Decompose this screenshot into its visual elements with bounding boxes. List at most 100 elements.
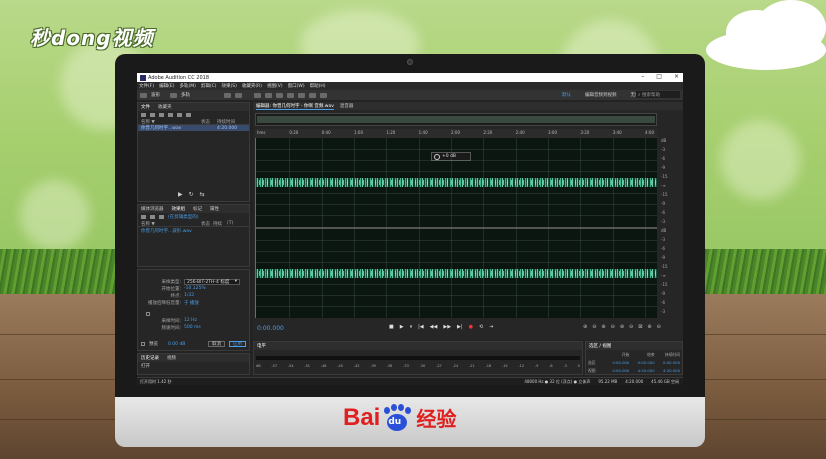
menu-window[interactable]: 窗口(W) bbox=[288, 83, 305, 89]
tab-video[interactable]: 视频 bbox=[167, 355, 176, 361]
tab-properties[interactable]: 属性 bbox=[210, 206, 219, 212]
rewind-button[interactable]: ◀◀ bbox=[430, 324, 438, 330]
history-item[interactable]: 打开 bbox=[138, 362, 249, 369]
search-files-icon[interactable] bbox=[186, 113, 191, 117]
gain-input[interactable]: 0.00 dB bbox=[168, 342, 185, 347]
menu-effects[interactable]: 效果(S) bbox=[222, 83, 237, 89]
sv-view-end[interactable]: 4:20.000 bbox=[631, 368, 655, 374]
open-file-icon[interactable] bbox=[141, 113, 146, 117]
sample-type-select[interactable]: 256-BIT-2TH-4 标度 ▾ bbox=[184, 278, 240, 285]
new-file-icon[interactable] bbox=[159, 113, 164, 117]
fast-forward-button[interactable]: ▶▶ bbox=[443, 324, 451, 330]
import-file-icon[interactable] bbox=[150, 113, 155, 117]
lasso-tool-icon[interactable] bbox=[298, 92, 305, 98]
rate-value[interactable]: 12 Hz bbox=[184, 318, 197, 323]
dither-value[interactable]: 于 播放 bbox=[184, 300, 199, 306]
tab-mixer[interactable]: 混音器 bbox=[340, 103, 354, 109]
play-button[interactable]: ▶ bbox=[400, 324, 404, 330]
sv-view-start[interactable]: 0:00.000 bbox=[606, 368, 629, 374]
tab-selection-view[interactable]: 选区 / 视图 bbox=[589, 343, 611, 349]
stop-button[interactable]: ■ bbox=[389, 324, 394, 330]
fx-col-t[interactable]: (T) bbox=[227, 221, 233, 226]
col-duration[interactable]: 持续时间 bbox=[217, 119, 235, 125]
time-ruler[interactable]: hms 0:20 0:40 1:00 1:20 1:40 2:00 2:20 2:40 3:00 3… bbox=[255, 129, 657, 138]
tab-favorites[interactable]: 收藏夹 bbox=[158, 104, 172, 110]
record-button[interactable]: ● bbox=[469, 324, 473, 330]
waveform-view-icon[interactable] bbox=[140, 92, 147, 98]
preview-play-icon[interactable]: ▶ bbox=[178, 191, 183, 198]
menu-edit[interactable]: 编辑(E) bbox=[159, 83, 174, 89]
menu-clip[interactable]: 剪辑(C) bbox=[201, 83, 217, 89]
close-button[interactable]: × bbox=[674, 73, 679, 80]
go-to-end-button[interactable]: ▶| bbox=[457, 324, 463, 330]
go-to-start-button[interactable]: |◀ bbox=[418, 324, 424, 330]
cancel-button[interactable]: 取消 bbox=[208, 341, 225, 347]
brush-tool-icon[interactable] bbox=[309, 92, 316, 98]
insert-into-multitrack-icon[interactable] bbox=[168, 113, 173, 117]
tab-history[interactable]: 历史记录 bbox=[141, 355, 159, 361]
minimize-button[interactable]: – bbox=[641, 73, 644, 80]
start-value[interactable]: -10.125% bbox=[184, 286, 206, 291]
zoom-selection-icon[interactable]: ⊕ bbox=[647, 324, 651, 330]
overview-navigator[interactable] bbox=[255, 113, 657, 126]
maximize-button[interactable]: □ bbox=[656, 73, 662, 80]
delete-file-icon[interactable] bbox=[177, 113, 182, 117]
help-search-input[interactable]: ⌕ 搜索帮助 bbox=[636, 91, 680, 98]
multitrack-view-label[interactable]: 多轨 bbox=[181, 92, 190, 98]
menu-help[interactable]: 帮助(H) bbox=[310, 83, 326, 89]
apply-button[interactable]: 应用 bbox=[229, 341, 246, 347]
enable-checkbox[interactable] bbox=[146, 311, 150, 316]
length-value[interactable]: 1/32 bbox=[184, 293, 194, 298]
zoom-out-right-icon[interactable]: ⊖ bbox=[629, 324, 633, 330]
workspace-default[interactable]: 默认 bbox=[562, 92, 571, 98]
fx-col-duration[interactable]: 持续 bbox=[213, 221, 227, 227]
preset-link[interactable]: (在剪辑类型的) bbox=[168, 214, 199, 220]
zoom-in-time-icon[interactable]: ⊕ bbox=[601, 324, 605, 330]
tab-effects-rack[interactable]: 效果组 bbox=[172, 206, 186, 212]
tab-media-browser[interactable]: 媒体浏览器 bbox=[141, 206, 164, 212]
zoom-in-amplitude-icon[interactable]: ⊕ bbox=[583, 324, 587, 330]
fx-list-item[interactable]: 你曾几何时字...波形.wav bbox=[138, 227, 249, 234]
tab-editor[interactable]: 编辑器: 你曾几何时字 - 你啊 音频.wav bbox=[256, 103, 334, 110]
pause-button[interactable]: ⏸ bbox=[410, 324, 413, 330]
gain-knob-icon[interactable] bbox=[434, 153, 440, 160]
workspace-edit-audio-to-video[interactable]: 编辑音频到视频 bbox=[585, 92, 617, 98]
razor-tool-icon[interactable] bbox=[265, 92, 272, 98]
fx-col-name[interactable]: 名称 ▼ bbox=[141, 221, 201, 227]
spot-healing-tool-icon[interactable] bbox=[320, 92, 327, 98]
pitch-value[interactable]: 500 ms bbox=[184, 325, 201, 330]
sv-selection-start[interactable]: 0:00.000 bbox=[606, 360, 629, 366]
marquee-tool-icon[interactable] bbox=[287, 92, 294, 98]
tab-files[interactable]: 文件 bbox=[141, 104, 150, 110]
waveform-display[interactable]: +0 dB bbox=[255, 138, 657, 318]
tab-levels[interactable]: 电平 bbox=[257, 343, 266, 349]
file-list-item[interactable]: 你曾几何时字...wav 4:20.000 bbox=[138, 125, 249, 131]
right-channel[interactable] bbox=[255, 229, 657, 317]
fx-col-status[interactable]: 状态 bbox=[201, 221, 213, 227]
sv-selection-end[interactable]: 0:00.000 bbox=[631, 360, 655, 366]
loop-button[interactable]: ⟲ bbox=[479, 324, 483, 330]
zoom-in-left-icon[interactable]: ⊕ bbox=[620, 324, 624, 330]
time-selection-tool-icon[interactable] bbox=[276, 92, 283, 98]
pitch-display-icon[interactable] bbox=[235, 92, 242, 98]
sv-selection-duration[interactable]: 0:00.000 bbox=[657, 360, 680, 366]
zoom-reset-icon[interactable]: ⊖ bbox=[657, 324, 661, 330]
menu-file[interactable]: 文件(F) bbox=[139, 83, 154, 89]
zoom-out-amplitude-icon[interactable]: ⊖ bbox=[592, 324, 596, 330]
menu-multitrack[interactable]: 多轨(M) bbox=[179, 83, 195, 89]
preview-autoplay-icon[interactable]: ⇆ bbox=[200, 191, 205, 198]
menu-view[interactable]: 视图(V) bbox=[267, 83, 283, 89]
move-tool-icon[interactable] bbox=[254, 92, 261, 98]
menu-favorites[interactable]: 收藏夹(R) bbox=[242, 83, 262, 89]
preview-checkbox[interactable] bbox=[141, 342, 145, 346]
col-status[interactable]: 状态 bbox=[201, 119, 217, 125]
fx-folder-icon[interactable] bbox=[150, 215, 155, 219]
fx-preset-icon[interactable] bbox=[159, 215, 164, 219]
preview-loop-icon[interactable]: ↻ bbox=[189, 191, 194, 198]
playhead[interactable] bbox=[255, 138, 256, 318]
zoom-full-icon[interactable]: ⊠ bbox=[638, 324, 642, 330]
col-name[interactable]: 名称 ▼ bbox=[141, 119, 201, 125]
multitrack-view-icon[interactable] bbox=[170, 92, 177, 98]
skip-button[interactable]: ⇥ bbox=[489, 324, 493, 330]
current-time-display[interactable]: 0:00.000 bbox=[257, 325, 284, 332]
